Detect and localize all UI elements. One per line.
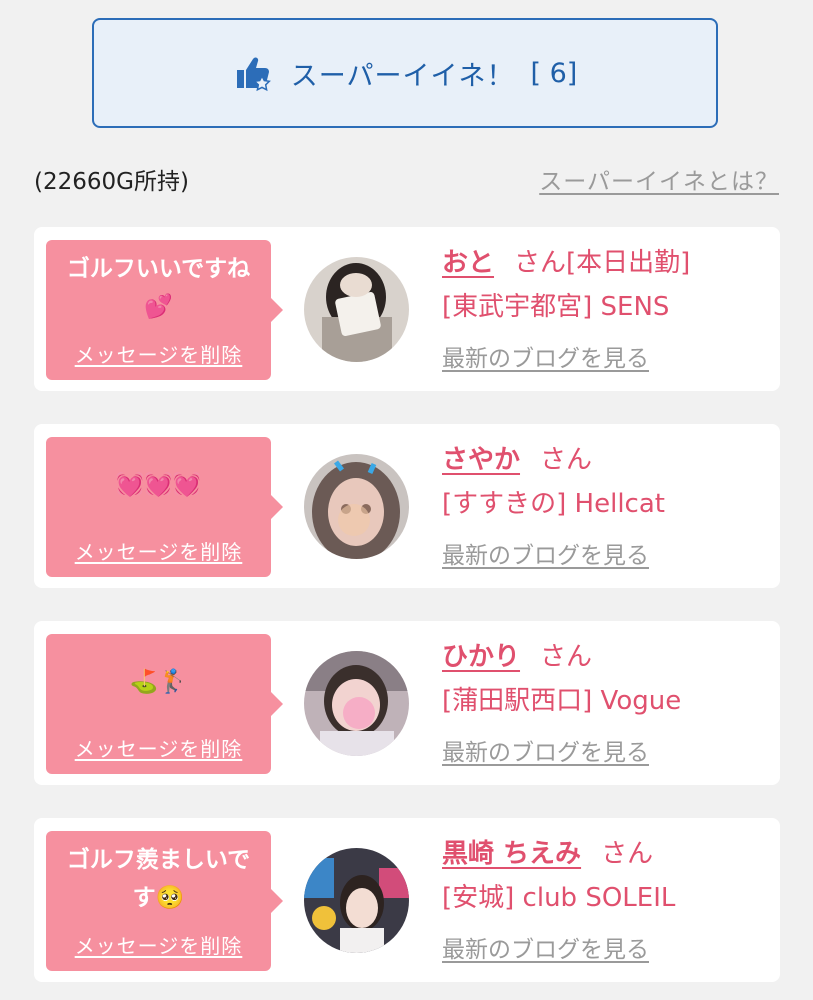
honorific: さん [601, 839, 654, 869]
thumbs-up-star-icon [236, 57, 271, 92]
list-item: 💓💓💓 メッセージを削除 さやか さん [すすきの] Hellcat 最新のブログ… [34, 424, 780, 588]
message-text: ゴルフいいですね💕 [66, 256, 251, 320]
list-item: ゴルフいいですね💕 メッセージを削除 おと さん[本日出勤] [東武宇都宮] SE… [34, 227, 780, 391]
girl-name-link[interactable]: 黒崎 ちえみ [442, 839, 581, 869]
message-bubble: 💓💓💓 メッセージを削除 [46, 437, 283, 577]
message-bubble: ゴルフ羨ましいです🥺 メッセージを削除 [46, 831, 283, 971]
girl-info: さやか さん [すすきの] Hellcat 最新のブログを見る [442, 438, 665, 570]
message-bubble: ゴルフいいですね💕 メッセージを削除 [46, 240, 283, 380]
shop-name: [安城] club SOLEIL [442, 883, 676, 913]
list-item: ⛳🏌 メッセージを削除 ひかり さん [蒲田駅西口] Vogue 最新のブログを見… [34, 621, 780, 785]
latest-blog-link[interactable]: 最新のブログを見る [442, 536, 665, 570]
delete-message-link[interactable]: メッセージを削除 [46, 733, 271, 762]
page: スーパーイイネ！ [ 6] (22660G所持) スーパーイイネとは？ ゴルフい… [0, 0, 813, 1000]
list-item: ゴルフ羨ましいです🥺 メッセージを削除 黒崎 ちえみ さん [安城] club S… [34, 818, 780, 982]
super-like-label: スーパーイイネ！ [290, 60, 515, 92]
girl-info: おと さん[本日出勤] [東武宇都宮] SENS 最新のブログを見る [442, 241, 690, 373]
girl-name-link[interactable]: ひかり [442, 642, 520, 672]
super-like-button[interactable]: スーパーイイネ！ [ 6] [92, 18, 718, 128]
delete-message-link[interactable]: メッセージを削除 [46, 339, 271, 368]
latest-blog-link[interactable]: 最新のブログを見る [442, 930, 675, 964]
avatar[interactable] [304, 257, 409, 362]
message-text: ゴルフ羨ましいです🥺 [66, 847, 251, 911]
avatar[interactable] [304, 454, 409, 559]
message-bubble: ⛳🏌 メッセージを削除 [46, 634, 283, 774]
delete-message-link[interactable]: メッセージを削除 [46, 536, 271, 565]
gold-balance: (22660G所持) [34, 169, 189, 195]
avatar[interactable] [304, 651, 409, 756]
message-text: 💓💓💓 [115, 472, 202, 498]
girl-name-link[interactable]: おと [442, 248, 494, 278]
latest-blog-link[interactable]: 最新のブログを見る [442, 733, 681, 767]
super-like-count: [ 6] [530, 57, 578, 89]
girl-info: ひかり さん [蒲田駅西口] Vogue 最新のブログを見る [442, 635, 681, 767]
shop-name: [すすきの] Hellcat [442, 489, 665, 519]
what-is-super-like-link[interactable]: スーパーイイネとは？ [539, 162, 779, 196]
girl-name-link[interactable]: さやか [442, 445, 520, 475]
delete-message-link[interactable]: メッセージを削除 [46, 930, 271, 959]
honorific: さん [514, 248, 567, 278]
honorific: さん [540, 445, 593, 475]
attendance-status: [本日出勤] [566, 248, 691, 278]
girl-info: 黒崎 ちえみ さん [安城] club SOLEIL 最新のブログを見る [442, 832, 675, 964]
honorific: さん [540, 642, 593, 672]
latest-blog-link[interactable]: 最新のブログを見る [442, 339, 690, 373]
shop-name: [東武宇都宮] SENS [442, 292, 670, 322]
message-text: ⛳🏌 [129, 669, 188, 695]
avatar[interactable] [304, 848, 409, 953]
shop-name: [蒲田駅西口] Vogue [442, 686, 682, 716]
